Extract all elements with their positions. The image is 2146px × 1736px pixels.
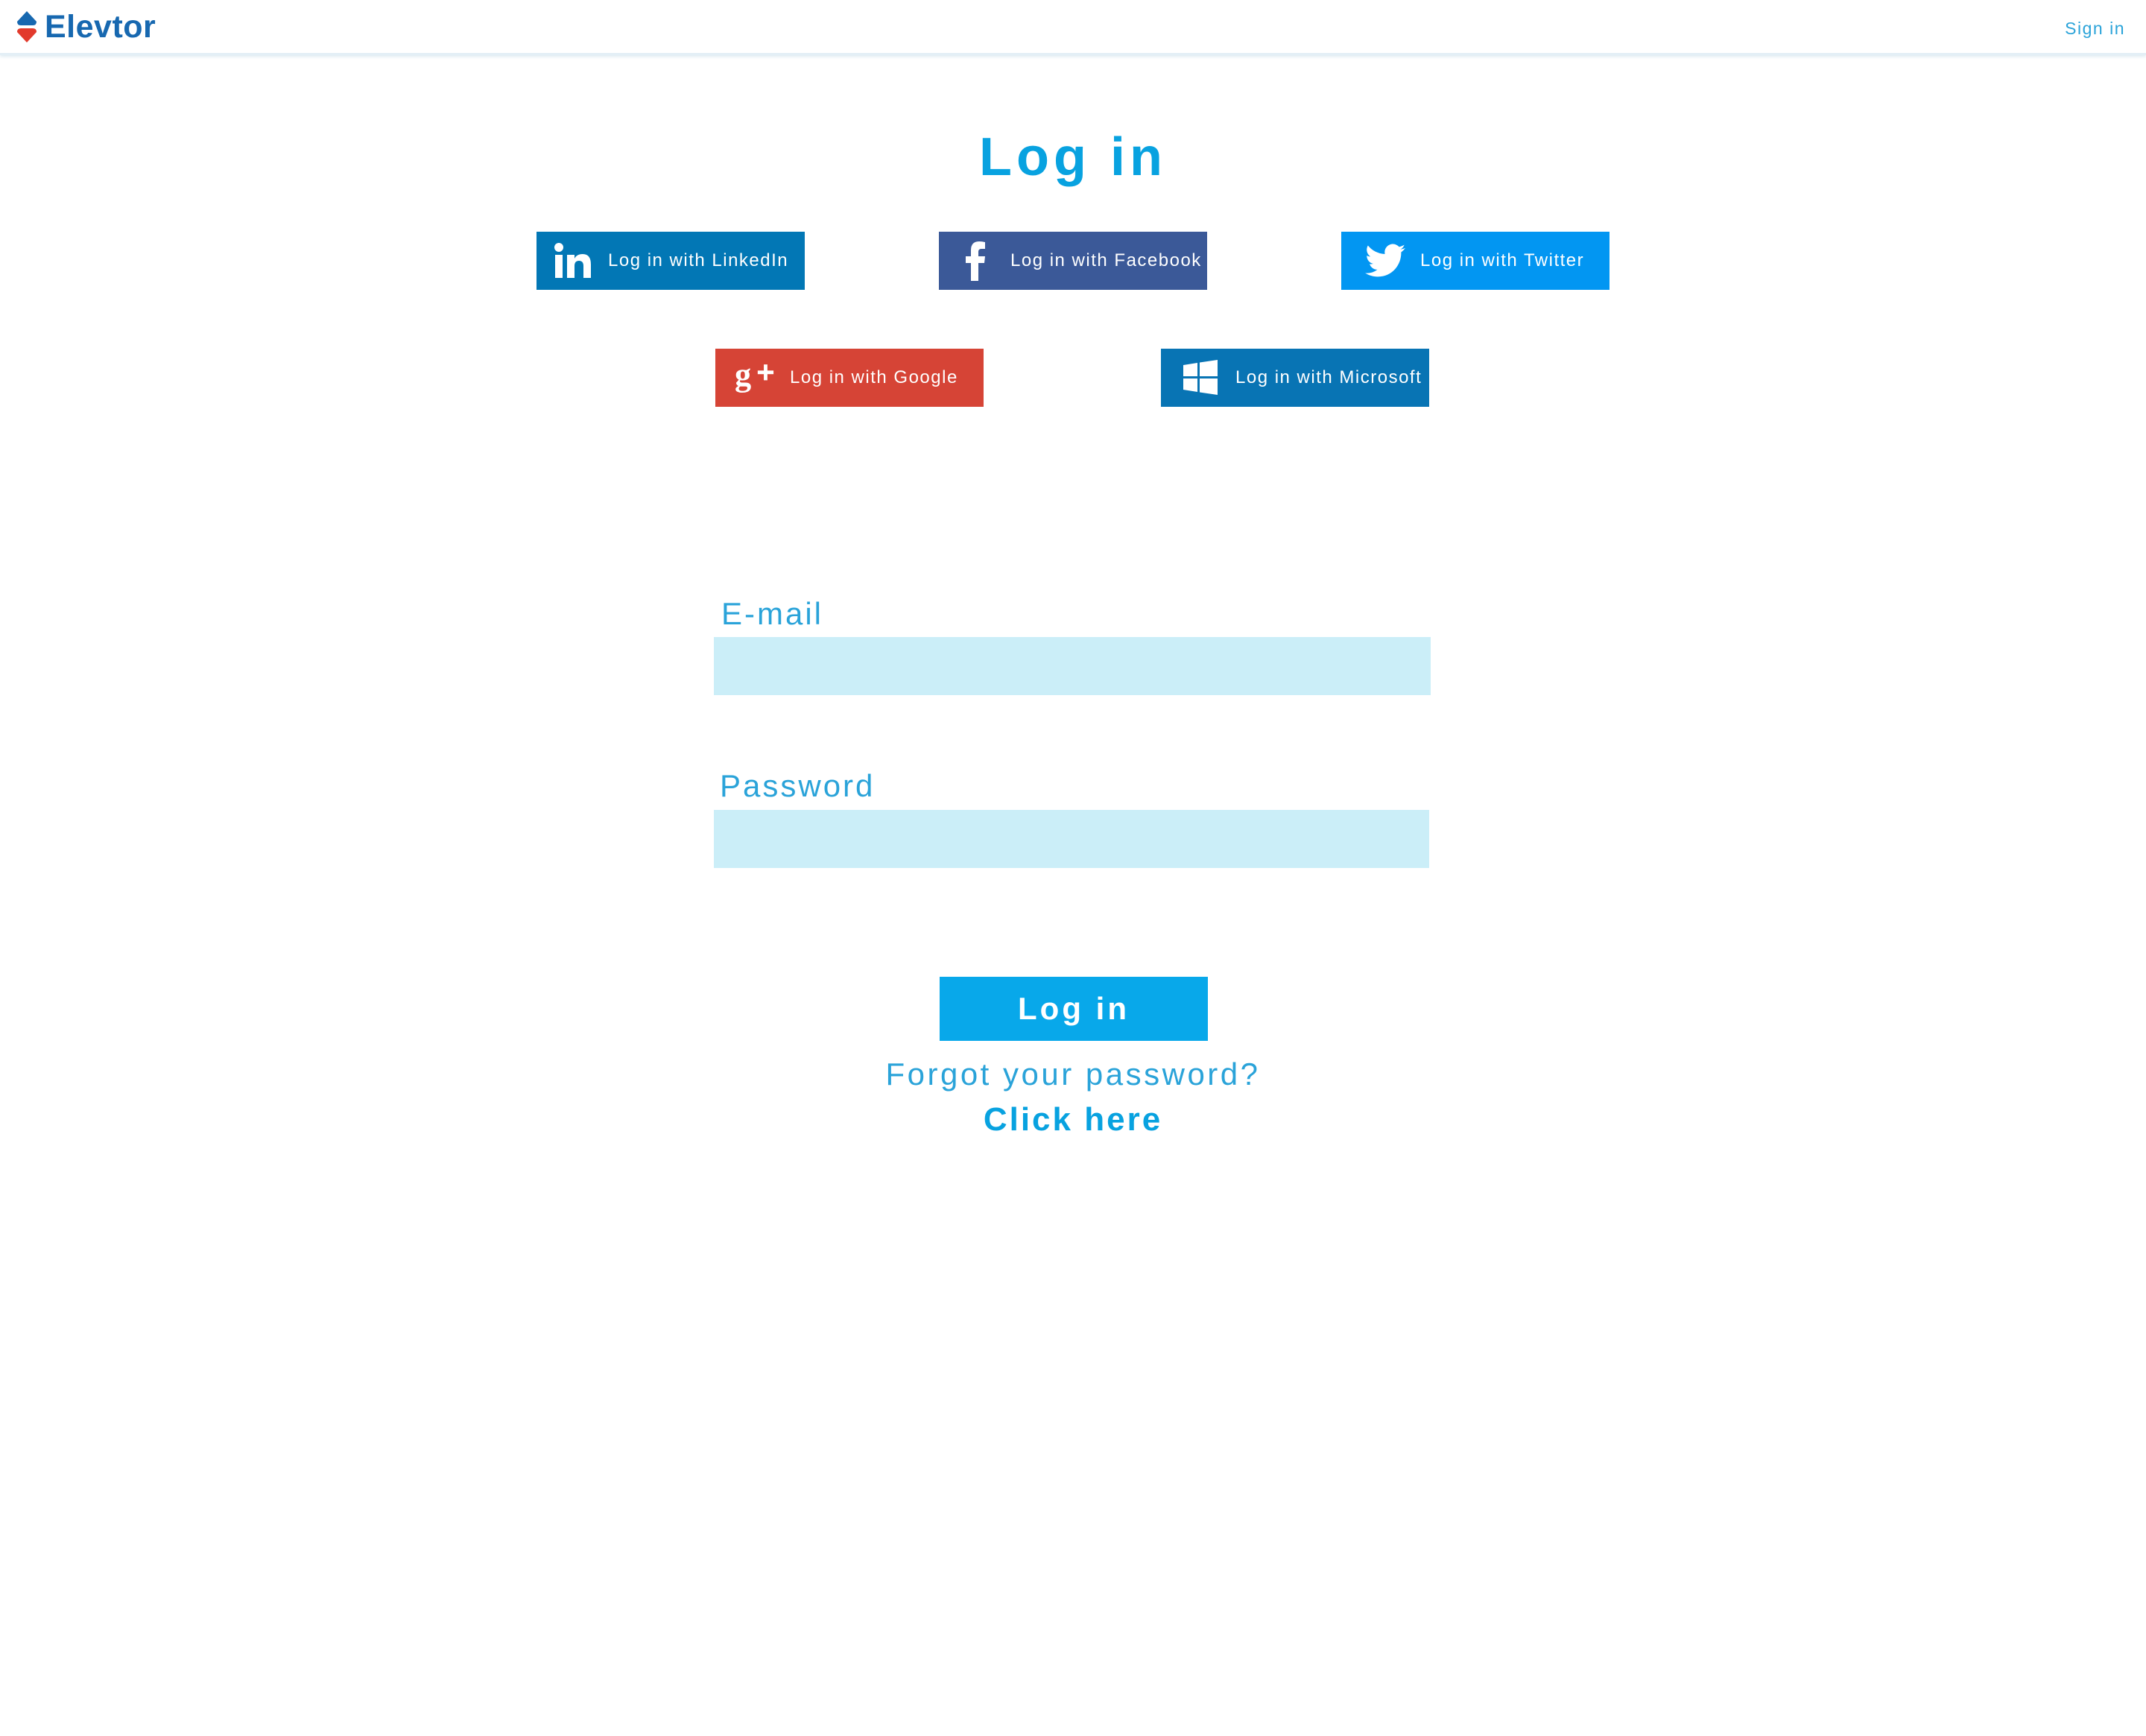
twitter-login-button[interactable]: Log in with Twitter: [1341, 232, 1610, 290]
facebook-login-button[interactable]: Log in with Facebook: [939, 232, 1207, 290]
forgot-password-text: Forgot your password?: [885, 1057, 1261, 1092]
google-login-button[interactable]: g Log in with Google: [715, 349, 984, 407]
facebook-icon: [955, 241, 996, 281]
password-label: Password: [720, 768, 876, 803]
microsoft-login-label: Log in with Microsoft: [1235, 367, 1422, 387]
linkedin-login-label: Log in with LinkedIn: [608, 250, 789, 270]
svg-text:g: g: [735, 358, 753, 393]
top-navigation-bar: Elevtor Sign in: [0, 0, 2146, 55]
google-plus-icon: g: [735, 358, 775, 398]
password-field[interactable]: [714, 810, 1429, 868]
linkedin-login-button[interactable]: Log in with LinkedIn: [536, 232, 805, 290]
email-label: E-mail: [721, 596, 824, 631]
page-title: Log in: [979, 127, 1167, 187]
windows-icon: [1180, 358, 1221, 398]
facebook-login-label: Log in with Facebook: [1010, 250, 1202, 270]
twitter-login-label: Log in with Twitter: [1420, 250, 1585, 270]
linkedin-icon: [553, 241, 593, 281]
brand-logo[interactable]: Elevtor: [16, 9, 156, 45]
elevator-arrows-icon: [17, 11, 37, 42]
google-login-label: Log in with Google: [790, 367, 958, 387]
twitter-icon: [1365, 241, 1405, 281]
forgot-password-row: Click here: [0, 1101, 2146, 1138]
sign-in-link[interactable]: Sign in: [2065, 19, 2125, 39]
login-submit-button[interactable]: Log in: [940, 977, 1208, 1041]
brand-name: Elevtor: [45, 8, 156, 45]
microsoft-login-button[interactable]: Log in with Microsoft: [1161, 349, 1429, 407]
forgot-password-link[interactable]: Click here: [984, 1101, 1162, 1138]
email-field[interactable]: [714, 637, 1431, 695]
